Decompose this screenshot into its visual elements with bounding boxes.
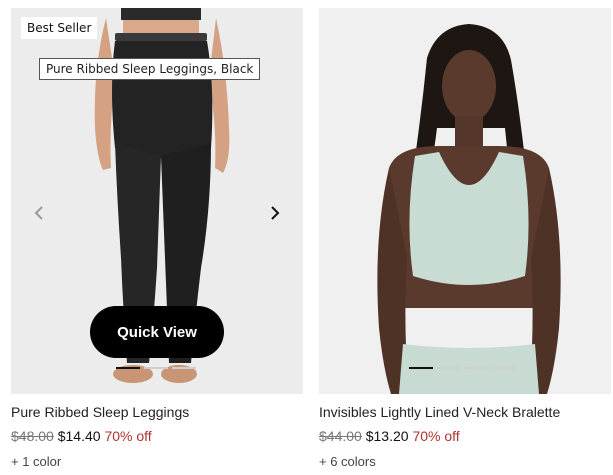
quick-view-button[interactable]: Quick View (90, 306, 224, 358)
original-price: $44.00 (319, 428, 362, 444)
carousel-dot[interactable] (409, 367, 433, 369)
product-tooltip: Pure Ribbed Sleep Leggings, Black (39, 58, 261, 80)
carousel-dot[interactable] (465, 367, 489, 369)
discount-label: 70% off (412, 428, 460, 444)
color-count[interactable]: + 1 color (11, 454, 303, 469)
product-image-carousel[interactable] (319, 8, 611, 394)
carousel-dot[interactable] (437, 367, 461, 369)
product-image-carousel[interactable]: Best Seller Pure Ribbed Sleep Leggings, … (11, 8, 303, 394)
chevron-left-icon[interactable] (31, 204, 49, 222)
product-image (377, 24, 561, 394)
carousel-indicator (409, 367, 517, 369)
product-prices: $44.00 $13.20 70% off (319, 428, 611, 444)
product-card[interactable]: Invisibles Lightly Lined V-Neck Bralette… (319, 8, 611, 469)
carousel-indicator (116, 367, 196, 369)
best-seller-badge: Best Seller (21, 17, 98, 39)
sale-price: $14.40 (57, 428, 101, 444)
original-price: $48.00 (11, 428, 54, 444)
discount-label: 70% off (104, 428, 152, 444)
product-card[interactable]: Best Seller Pure Ribbed Sleep Leggings, … (11, 8, 303, 469)
carousel-dot[interactable] (144, 367, 168, 369)
product-prices: $48.00 $14.40 70% off (11, 428, 303, 444)
color-count[interactable]: + 6 colors (319, 454, 611, 469)
product-name[interactable]: Pure Ribbed Sleep Leggings (11, 404, 303, 420)
product-name[interactable]: Invisibles Lightly Lined V-Neck Bralette (319, 404, 611, 420)
sale-price: $13.20 (365, 428, 409, 444)
carousel-dot[interactable] (172, 367, 196, 369)
carousel-dot[interactable] (116, 367, 140, 369)
chevron-right-icon[interactable] (265, 204, 283, 222)
carousel-dot[interactable] (493, 367, 517, 369)
